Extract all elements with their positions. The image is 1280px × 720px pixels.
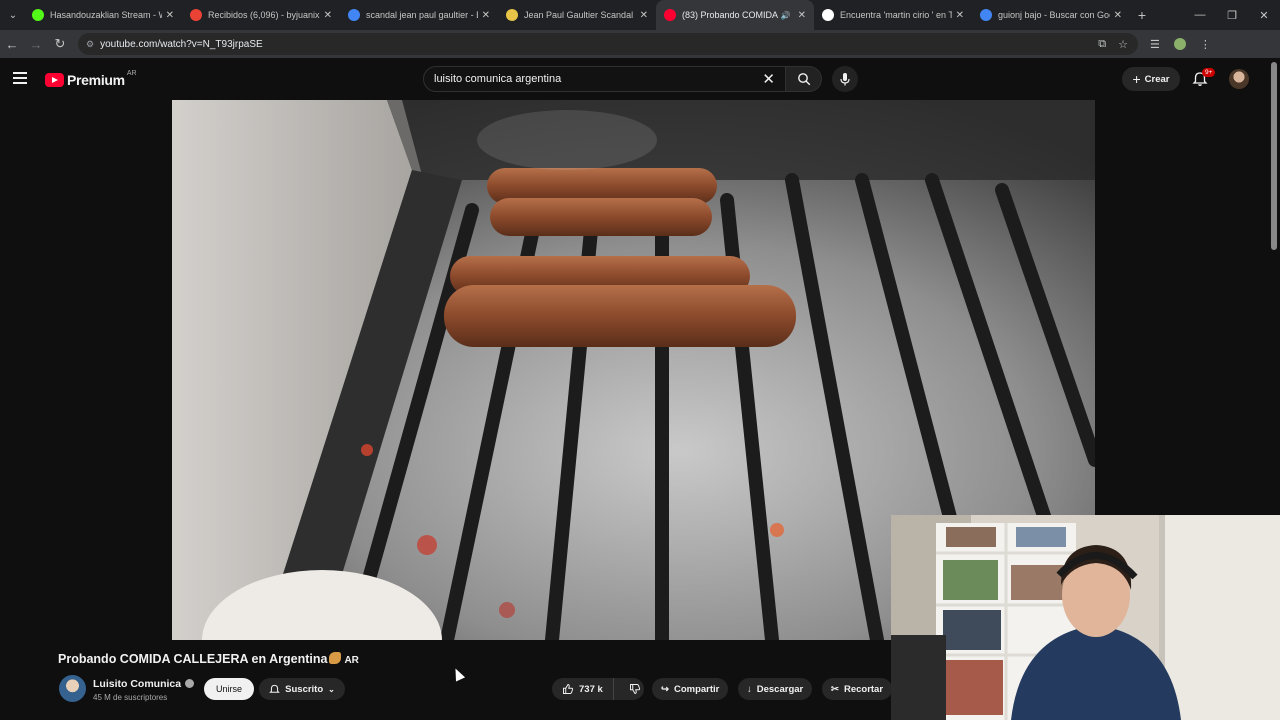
close-tab-icon[interactable]: ✕ [640, 10, 648, 21]
media-controls-icon[interactable]: ☰ [1150, 38, 1160, 51]
thumbs-down-icon [629, 684, 640, 694]
browser-tab-label: Encuentra 'martin cirio ' en Tik [840, 10, 952, 20]
share-button[interactable]: ↪ Compartir [652, 678, 729, 700]
clip-label: Recortar [843, 683, 884, 695]
microphone-icon [840, 73, 850, 86]
voice-search-button[interactable] [832, 66, 858, 92]
title-flag-label: AR [344, 655, 359, 666]
subscribed-label: Suscrito [285, 683, 324, 695]
video-title: Probando COMIDA CALLEJERA en Argentina AR [58, 652, 359, 666]
restore-icon[interactable]: ❐ [1216, 0, 1248, 30]
create-button[interactable]: + Crear [1122, 67, 1180, 91]
close-tab-icon[interactable]: ✕ [956, 10, 964, 21]
scissors-icon: ✂ [831, 683, 839, 695]
like-button[interactable]: 737 k [552, 678, 614, 700]
new-tab-icon[interactable]: + [1130, 7, 1154, 23]
browser-tab[interactable]: Jean Paul Gaultier Scandal Pou ✕ [498, 0, 656, 30]
empanada-emoji-icon [329, 652, 342, 664]
clear-search-icon[interactable]: ✕ [762, 70, 775, 88]
browser-toolbar: ← → ↻ ⚙ youtube.com/watch?v=N_T93jrpaSE … [0, 30, 1280, 58]
notification-count-badge: 9+ [1202, 68, 1216, 77]
browser-tab[interactable]: (83) Probando COMIDA CA🔊 ✕ [656, 0, 814, 30]
browser-tab[interactable]: Encuentra 'martin cirio ' en Tik ✕ [814, 0, 972, 30]
close-window-icon[interactable]: ✕ [1248, 0, 1280, 30]
browser-tab[interactable]: Hasandouzaklian Stream - Wat ✕ [24, 0, 182, 30]
mouse-cursor [450, 666, 466, 682]
verified-badge-icon [185, 679, 195, 688]
download-button[interactable]: ↓ Descargar [738, 678, 813, 700]
share-label: Compartir [673, 683, 720, 695]
close-tab-icon[interactable]: ✕ [166, 10, 174, 21]
webcam-streamer-image [891, 515, 1280, 720]
create-label: Crear [1144, 73, 1170, 85]
back-icon[interactable]: ← [0, 37, 24, 52]
close-tab-icon[interactable]: ✕ [482, 10, 490, 21]
youtube-premium-logo[interactable]: Premium AR [45, 69, 137, 88]
browser-tab-label: guionj bajo - Buscar con Goog [998, 10, 1110, 20]
logo-country-code: AR [126, 69, 137, 77]
google-favicon-icon [980, 9, 992, 21]
youtube-play-icon [45, 73, 64, 87]
youtube-favicon-icon [664, 9, 676, 21]
hamburger-menu-icon[interactable] [13, 72, 27, 84]
install-app-icon[interactable]: ⧉ [1098, 38, 1106, 51]
share-icon: ↪ [661, 683, 669, 695]
address-url: youtube.com/watch?v=N_T93jrpaSE [100, 38, 263, 50]
browser-tab-label: (83) Probando COMIDA CA [682, 10, 778, 20]
close-tab-icon[interactable]: ✕ [798, 10, 806, 21]
address-bar[interactable]: ⚙ youtube.com/watch?v=N_T93jrpaSE ⧉ ☆ [78, 33, 1138, 55]
channel-name[interactable]: Luisito Comunica [93, 678, 195, 690]
google-favicon-icon [348, 9, 360, 21]
account-avatar[interactable] [1229, 69, 1249, 89]
channel-avatar[interactable] [59, 675, 86, 702]
reload-icon[interactable]: ↻ [48, 36, 72, 52]
browser-tab[interactable]: scandal jean paul gaultier - Bu ✕ [340, 0, 498, 30]
forward-icon[interactable]: → [24, 37, 48, 52]
webcam-overlay [891, 515, 1280, 720]
browser-tab-label: scandal jean paul gaultier - Bu [366, 10, 478, 20]
plus-icon: + [1132, 71, 1141, 87]
extension-icon[interactable] [1173, 38, 1186, 50]
browser-menu-icon[interactable]: ⋮ [1200, 38, 1211, 51]
subscribed-button[interactable]: Suscrito ⌄ [259, 678, 345, 700]
browser-tab-label: Hasandouzaklian Stream - Wat [50, 10, 162, 20]
browser-tab[interactable]: guionj bajo - Buscar con Goog ✕ [972, 0, 1130, 30]
browser-tab-label: Jean Paul Gaultier Scandal Pou [524, 10, 636, 20]
logo-word: Premium [67, 72, 125, 88]
audio-playing-icon[interactable]: 🔊 [781, 11, 791, 20]
download-label: Descargar [756, 683, 804, 695]
window-controls: — ❐ ✕ [1184, 0, 1280, 30]
store-favicon-icon [506, 9, 518, 21]
search-input[interactable]: luisito comunica argentina ✕ [423, 66, 786, 92]
close-tab-icon[interactable]: ✕ [324, 10, 332, 21]
clip-button[interactable]: ✂ Recortar [822, 678, 893, 700]
subscriber-count: 45 M de suscriptores [93, 693, 168, 702]
video-title-text: Probando COMIDA CALLEJERA en Argentina [58, 652, 328, 666]
tab-search-icon[interactable]: ⌄ [2, 4, 24, 26]
minimize-icon[interactable]: — [1184, 0, 1216, 30]
browser-tab-strip: ⌄ Hasandouzaklian Stream - Wat✕Recibidos… [0, 0, 1280, 30]
tiktok-favicon-icon [822, 9, 834, 21]
browser-tab-label: Recibidos (6,096) - byjuanix@ [208, 10, 320, 20]
join-button[interactable]: Unirse [204, 678, 254, 700]
download-icon: ↓ [747, 683, 752, 695]
browser-tab[interactable]: Recibidos (6,096) - byjuanix@ ✕ [182, 0, 340, 30]
close-tab-icon[interactable]: ✕ [1114, 10, 1122, 21]
page-scrollbar[interactable] [1271, 62, 1277, 250]
gmail-favicon-icon [190, 9, 202, 21]
search-query: luisito comunica argentina [434, 73, 562, 85]
search-icon [797, 73, 810, 86]
bell-icon [269, 684, 281, 693]
like-count: 737 k [579, 683, 603, 695]
like-dislike-group: 737 k [552, 678, 644, 700]
search-button[interactable] [786, 66, 822, 92]
bookmark-star-icon[interactable]: ☆ [1118, 38, 1128, 51]
site-info-icon[interactable]: ⚙ [86, 39, 94, 50]
chevron-down-icon: ⌄ [328, 684, 335, 694]
youtube-header: Premium AR luisito comunica argentina ✕ … [0, 58, 1280, 100]
kick-favicon-icon [32, 9, 44, 21]
dislike-button[interactable] [619, 678, 651, 700]
thumbs-up-icon [563, 684, 574, 694]
channel-name-text: Luisito Comunica [93, 678, 182, 690]
